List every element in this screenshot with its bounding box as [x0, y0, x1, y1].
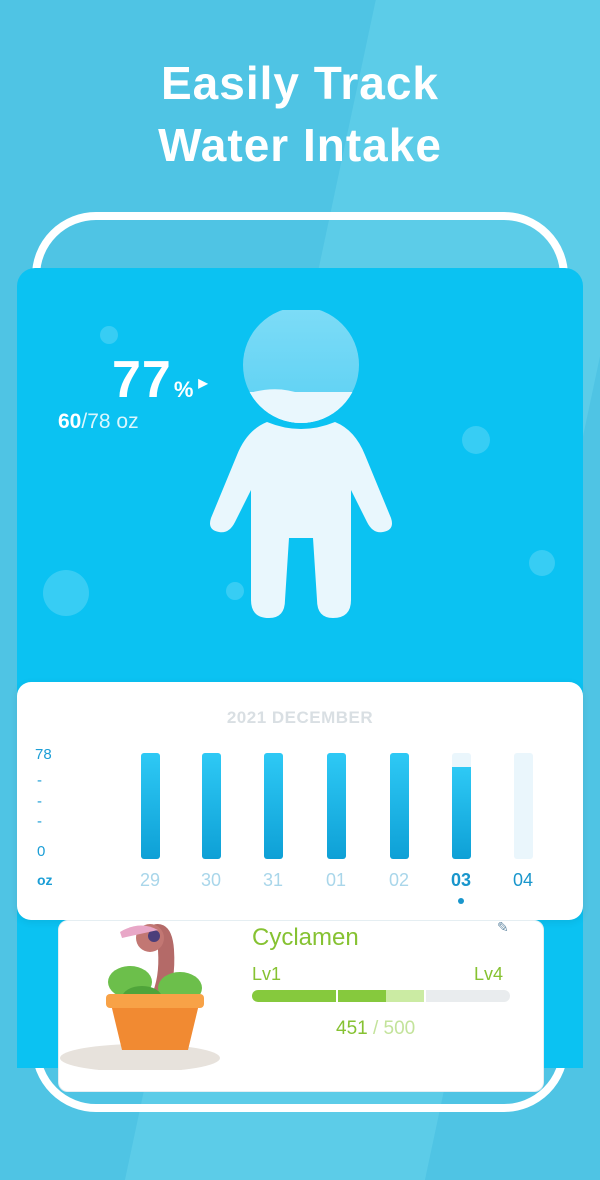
body-shape	[210, 422, 392, 618]
current-day-indicator	[458, 898, 464, 904]
day-bar-fill	[264, 753, 283, 859]
day-bar[interactable]	[141, 753, 160, 859]
bubble-decoration	[100, 326, 118, 344]
plant-name: Cyclamen	[252, 924, 359, 951]
headline: Easily Track Water Intake	[0, 52, 600, 176]
day-label[interactable]: 29	[130, 870, 170, 891]
xp-total: / 500	[372, 1018, 416, 1039]
xp-pending-segment	[386, 990, 424, 1002]
percent-symbol: %	[173, 377, 195, 402]
day-bar[interactable]	[390, 753, 409, 859]
y-axis-tick: -	[37, 772, 42, 789]
headline-line2: Water Intake	[158, 119, 442, 171]
xp-progress-fill	[252, 990, 387, 1002]
day-label[interactable]: 03	[441, 870, 481, 891]
calendar-card: 2021 DECEMBER	[17, 682, 583, 920]
consumed-amount: 60	[58, 410, 82, 433]
day-bar-fill	[202, 753, 221, 859]
y-axis-tick: -	[37, 813, 42, 830]
xp-current: 451	[336, 1018, 368, 1039]
day-label[interactable]: 02	[379, 870, 419, 891]
bubble-decoration	[43, 570, 89, 616]
water-body-figure-icon	[210, 310, 392, 618]
bubble-decoration	[462, 426, 490, 454]
y-axis-unit: oz	[37, 872, 53, 888]
level-end: Lv4	[474, 964, 504, 984]
xp-count: 451 / 500	[336, 1018, 415, 1040]
day-bar-fill	[452, 766, 471, 859]
day-bar-fill	[327, 753, 346, 859]
xp-level-divider	[424, 990, 426, 1002]
y-axis-max: 78	[35, 746, 52, 763]
goal-amount: /78 oz	[81, 410, 139, 433]
day-bar[interactable]	[327, 753, 346, 859]
day-bar-fill	[390, 753, 409, 859]
edit-pencil-icon[interactable]: ✎	[497, 919, 509, 936]
xp-level-divider	[336, 990, 338, 1002]
day-label[interactable]: 04	[503, 870, 543, 891]
xp-progress-bar	[252, 990, 510, 1002]
month-label: 2021 DECEMBER	[226, 708, 374, 727]
day-bar[interactable]	[452, 753, 471, 859]
plant-pot-icon	[60, 924, 220, 1070]
day-bar[interactable]	[202, 753, 221, 859]
y-axis-min: 0	[37, 843, 46, 860]
day-label[interactable]: 30	[191, 870, 231, 891]
day-label[interactable]: 01	[316, 870, 356, 891]
level-start: Lv1	[252, 964, 282, 984]
day-bar-fill	[141, 753, 160, 859]
bubble-decoration	[529, 550, 555, 576]
headline-line1: Easily Track	[161, 57, 439, 109]
y-axis-tick: -	[37, 793, 42, 810]
day-label[interactable]: 31	[253, 870, 293, 891]
intake-percentage: 77% ▶	[112, 350, 209, 410]
day-bar[interactable]	[264, 753, 283, 859]
day-bar[interactable]	[514, 753, 533, 859]
percent-value: 77	[112, 351, 172, 409]
intake-amount: 60/78 oz	[58, 410, 139, 434]
